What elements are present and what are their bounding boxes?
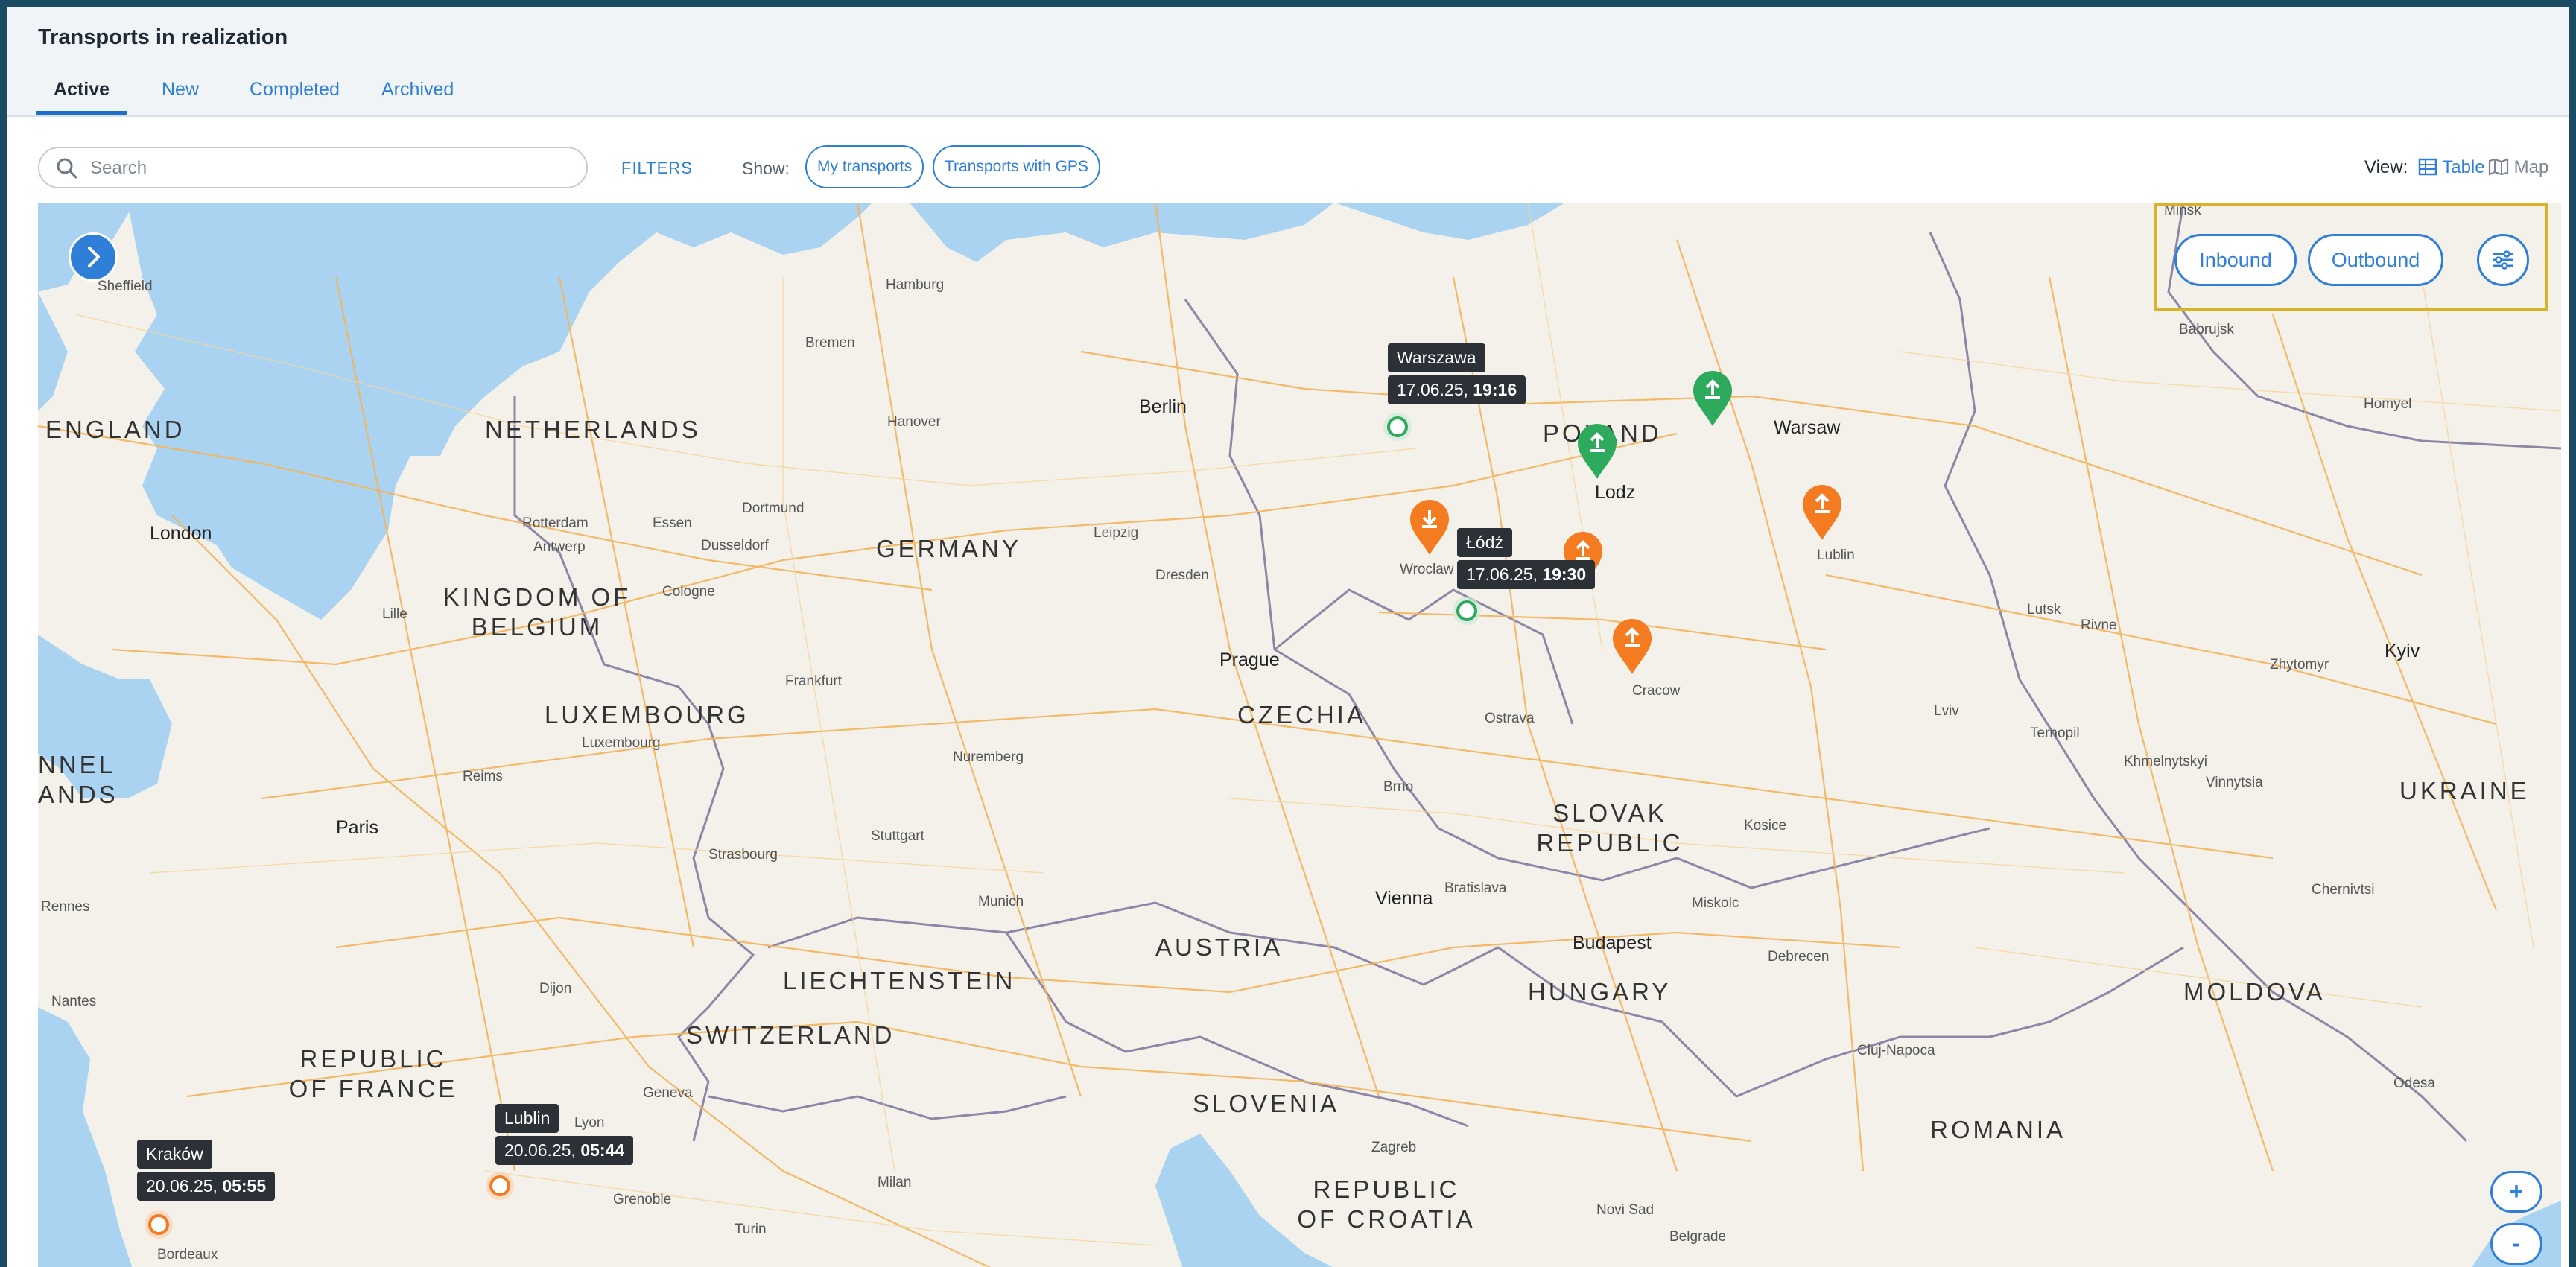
map-icon [2488,158,2509,176]
tooltip-name-lublin: Lublin [495,1104,559,1133]
map-base [38,203,2561,1267]
inbound-pin-lodz[interactable] [1575,421,1619,480]
header: Transports in realization Active New Com… [7,7,2569,117]
tooltip-hour: 19:16 [1473,380,1517,399]
tooltip-time-lublin: 20.06.25, 05:44 [495,1136,634,1165]
filters-button[interactable]: FILTERS [621,159,693,178]
outbound-pin-cracow[interactable] [1610,616,1655,676]
my-transports-chip[interactable]: My transports [805,145,924,188]
tooltip-name-lodz: Łódź [1457,528,1512,557]
gps-marker-lublin[interactable] [485,1171,515,1201]
app-window: Transports in realization Active New Com… [7,7,2569,1267]
table-icon [2418,158,2437,176]
map-canvas[interactable]: ENGLAND NETHERLANDS KINGDOM OF BELGIUM L… [38,203,2561,1267]
view-map-button[interactable]: Map [2488,157,2548,178]
outbound-pin-lublin[interactable] [1800,482,1844,542]
tooltip-name-warszawa: Warszawa [1388,343,1485,372]
search-icon [57,158,77,179]
view-table-label: Table [2442,157,2485,177]
page-title: Transports in realization [38,25,288,49]
tooltip-date: 20.06.25, [504,1140,576,1160]
tooltip-time-warszawa: 17.06.25, 19:16 [1388,375,1526,404]
tooltip-hour: 05:55 [222,1176,267,1195]
outbound-button[interactable]: Outbound [2308,234,2443,286]
expand-panel-button[interactable] [69,232,118,282]
tooltip-time-lodz: 17.06.25, 19:30 [1457,560,1596,589]
sliders-icon [2493,250,2513,270]
gps-marker-warszawa[interactable] [1383,412,1412,442]
zoom-out-button[interactable]: - [2490,1223,2542,1265]
tab-active[interactable]: Active [36,79,128,115]
transports-with-gps-chip[interactable]: Transports with GPS [933,145,1100,188]
view-map-label: Map [2513,157,2549,177]
gps-marker-lodz[interactable] [1452,596,1482,626]
show-label: Show: [742,159,790,178]
outbound-pin-wroclaw[interactable] [1407,497,1452,556]
map-settings-button[interactable] [2477,234,2529,286]
view-label: View: [2364,157,2408,177]
toolbar: FILTERS Show: My transports Transports w… [7,117,2569,206]
tooltip-date: 17.06.25, [1466,565,1538,584]
tooltip-hour: 05:44 [580,1140,625,1160]
chevron-right-icon [88,247,100,267]
gps-marker-krakow[interactable] [144,1210,174,1239]
search-box[interactable] [38,147,588,188]
tooltip-date: 20.06.25, [146,1176,218,1195]
inbound-pin-warsaw[interactable] [1690,368,1735,428]
tooltip-time-krakow: 20.06.25, 05:55 [137,1172,276,1201]
tab-new[interactable]: New [162,79,199,111]
tooltip-name-krakow: Kraków [137,1140,212,1169]
tooltip-date: 17.06.25, [1397,380,1468,399]
zoom-in-button[interactable]: + [2490,1171,2542,1213]
tab-archived[interactable]: Archived [381,79,454,111]
search-input[interactable] [89,154,568,182]
tooltip-hour: 19:30 [1542,565,1587,584]
tab-completed[interactable]: Completed [250,79,340,111]
view-table-button[interactable]: Table [2418,157,2485,178]
inbound-button[interactable]: Inbound [2174,234,2297,286]
